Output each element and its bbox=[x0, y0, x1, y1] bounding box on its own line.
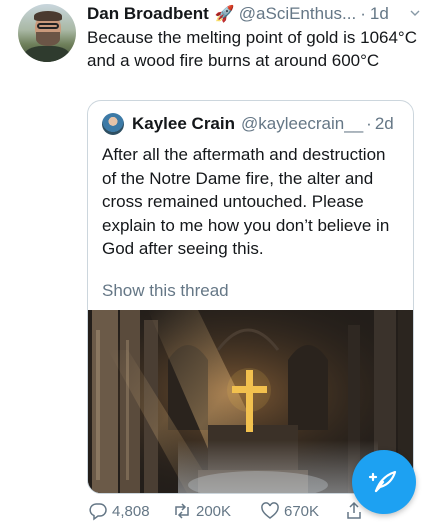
author-name[interactable]: Dan Broadbent bbox=[87, 4, 209, 24]
retweet-icon bbox=[175, 503, 189, 519]
quoted-tweet-card[interactable]: Kaylee Crain @kayleecrain__ · 2d After a… bbox=[87, 100, 414, 494]
quoted-author-avatar bbox=[102, 113, 124, 135]
tweet-time[interactable]: 1d bbox=[370, 4, 389, 24]
compose-tweet-button[interactable] bbox=[352, 450, 416, 514]
author-avatar[interactable] bbox=[18, 4, 76, 62]
separator-dot: · bbox=[366, 114, 372, 133]
quoted-tweet-time: 2d bbox=[374, 114, 394, 133]
heart-icon bbox=[261, 502, 279, 519]
reply-count: 4,808 bbox=[112, 502, 150, 520]
tweet-header: Dan Broadbent 🚀 @aSciEnthus... · 1d bbox=[87, 2, 422, 26]
retweet-count: 200K bbox=[196, 502, 232, 520]
tweet-text: Because the melting point of gold is 106… bbox=[87, 28, 418, 70]
chevron-down-icon[interactable] bbox=[410, 8, 420, 18]
like-count: 670K bbox=[284, 502, 320, 520]
quoted-tweet-text: After all the aftermath and destruction … bbox=[102, 145, 390, 258]
retweet-button[interactable]: 200K bbox=[172, 499, 231, 523]
reply-icon bbox=[89, 503, 107, 521]
quoted-author-name: Kaylee Crain bbox=[132, 114, 235, 133]
quoted-tweet-header: Kaylee Crain @kayleecrain__ · 2d bbox=[102, 112, 403, 136]
author-handle[interactable]: @aSciEnthus... bbox=[239, 4, 356, 24]
reply-button[interactable]: 4,808 bbox=[88, 499, 150, 523]
separator-dot: · bbox=[360, 4, 366, 23]
show-thread-link[interactable]: Show this thread bbox=[102, 281, 229, 301]
rocket-emoji: 🚀 bbox=[214, 6, 235, 23]
compose-tweet-icon bbox=[368, 470, 397, 493]
tweet-actions: 4,808 200K 670K bbox=[88, 499, 378, 523]
quoted-author-handle: @kayleecrain__ bbox=[241, 114, 364, 133]
like-button[interactable]: 670K bbox=[260, 499, 319, 523]
